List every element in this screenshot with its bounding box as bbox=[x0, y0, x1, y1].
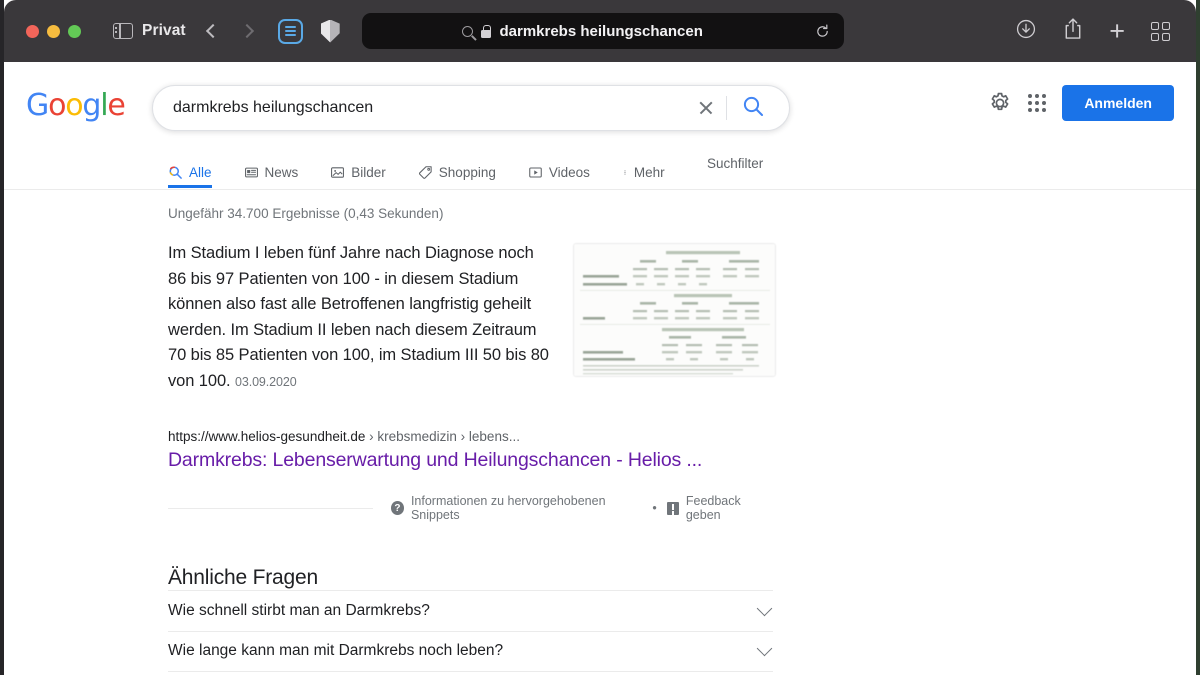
address-bar-content: darmkrebs heilungschancen bbox=[362, 23, 804, 40]
search-icon bbox=[462, 25, 474, 37]
result-breadcrumb: › krebsmedizin › lebens... bbox=[369, 429, 520, 444]
snippet-info-label: Informationen zu hervorgehobenen Snippet… bbox=[410, 494, 606, 522]
download-icon[interactable] bbox=[1015, 18, 1037, 45]
search-submit-icon[interactable] bbox=[741, 94, 767, 123]
reload-icon[interactable] bbox=[815, 24, 830, 39]
tab-bilder[interactable]: Bilder bbox=[330, 142, 386, 188]
tab-label: News bbox=[264, 164, 299, 180]
shield-privacy-icon[interactable] bbox=[320, 19, 340, 43]
search-input[interactable] bbox=[173, 99, 692, 117]
news-icon bbox=[244, 167, 258, 177]
browser-window: Privat darmkrebs heilungschancen + Googl… bbox=[0, 0, 1200, 675]
image-icon bbox=[331, 166, 345, 178]
paa-heading: Ähnliche Fragen bbox=[168, 566, 318, 589]
page-content: Google darmkrebs heilungschancen Anmelde… bbox=[4, 62, 1196, 675]
address-bar-text: darmkrebs heilungschancen bbox=[499, 22, 703, 40]
search-tabs: Alle News Bilder Shopping Videos Mehr Su… bbox=[4, 142, 1196, 190]
tab-label: Videos bbox=[548, 164, 590, 180]
browser-toolbar: Privat darmkrebs heilungschancen + bbox=[4, 0, 1196, 62]
address-bar[interactable]: darmkrebs heilungschancen bbox=[361, 13, 844, 49]
search-icon bbox=[169, 165, 182, 179]
tab-shopping[interactable]: Shopping bbox=[418, 142, 496, 188]
chevron-down-icon[interactable] bbox=[756, 600, 773, 617]
search-results: Ungefähr 34.700 Ergebnisse (0,43 Sekunde… bbox=[4, 190, 1196, 675]
sidebar-toggle-button[interactable]: Privat bbox=[113, 22, 186, 40]
checklist-extension-icon[interactable] bbox=[277, 18, 303, 44]
feedback-label: Feedback geben bbox=[685, 494, 741, 522]
sign-in-button[interactable]: Anmelden bbox=[1062, 85, 1174, 121]
feedback-flag-icon bbox=[666, 501, 679, 515]
featured-snippet-text: Im Stadium I leben fünf Jahre nach Diagn… bbox=[168, 241, 550, 395]
sidebar-toggle-icon bbox=[113, 23, 133, 39]
snippet-footer: ? Informationen zu hervorgehobenen Snipp… bbox=[168, 494, 773, 522]
back-arrow-icon[interactable] bbox=[205, 23, 220, 39]
settings-gear-icon[interactable] bbox=[988, 91, 1012, 115]
help-icon: ? bbox=[390, 501, 404, 515]
tab-label: Shopping bbox=[438, 164, 496, 180]
toolbar-right-actions: + bbox=[1015, 17, 1170, 45]
more-vertical-icon bbox=[624, 169, 626, 175]
paa-question-text: Wie lange kann man mit Darmkrebs noch le… bbox=[168, 642, 504, 660]
divider bbox=[168, 507, 373, 509]
plus-icon[interactable]: + bbox=[1109, 17, 1125, 45]
paa-question-text: Wie schnell stirbt man an Darmkrebs? bbox=[168, 601, 430, 619]
footer-separator: • bbox=[652, 501, 657, 515]
tab-news[interactable]: News bbox=[244, 142, 299, 188]
checklist-lines bbox=[284, 25, 296, 37]
result-domain: https://www.helios-gesundheit.de bbox=[168, 429, 366, 444]
window-edge-right bbox=[1196, 0, 1200, 675]
google-header: Google darmkrebs heilungschancen Anmelde… bbox=[4, 62, 1196, 142]
share-icon[interactable] bbox=[1063, 17, 1083, 45]
lock-icon bbox=[481, 24, 492, 38]
tag-icon bbox=[418, 165, 432, 179]
extension-icons bbox=[277, 18, 340, 44]
private-mode-label: Privat bbox=[142, 22, 186, 39]
video-icon bbox=[529, 166, 542, 178]
search-divider bbox=[726, 96, 727, 120]
paa-question-row[interactable]: Wohin streut Darmkrebs zuerst? bbox=[168, 671, 773, 675]
forward-arrow-icon[interactable] bbox=[239, 23, 254, 39]
paa-question-row[interactable]: Wie schnell stirbt man an Darmkrebs? bbox=[168, 590, 773, 631]
snippet-info-link[interactable]: ? Informationen zu hervorgehobenen Snipp… bbox=[390, 494, 643, 522]
result-title-link[interactable]: Darmkrebs: Lebenserwartung und Heilungsc… bbox=[168, 449, 773, 472]
feedback-link[interactable]: Feedback geben bbox=[666, 494, 773, 522]
google-logo[interactable]: Google bbox=[26, 88, 126, 123]
window-controls bbox=[26, 24, 81, 38]
tab-mehr[interactable]: Mehr bbox=[622, 142, 665, 188]
clear-search-icon[interactable] bbox=[692, 94, 720, 122]
tab-label: Alle bbox=[189, 164, 212, 180]
google-header-actions: Anmelden bbox=[988, 85, 1174, 121]
paa-question-row[interactable]: Wie lange kann man mit Darmkrebs noch le… bbox=[168, 630, 773, 672]
chevron-down-icon[interactable] bbox=[756, 640, 773, 657]
result-url[interactable]: https://www.helios-gesundheit.de › krebs… bbox=[168, 429, 773, 444]
search-filters-button[interactable]: Suchfilter bbox=[707, 156, 763, 171]
snippet-date: 03.09.2020 bbox=[235, 374, 297, 389]
minimize-window-button[interactable] bbox=[47, 24, 60, 38]
tab-label: Mehr bbox=[633, 164, 665, 180]
google-search-box[interactable] bbox=[152, 85, 790, 131]
people-also-ask: Ähnliche Fragen Wie schnell stirbt man a… bbox=[168, 566, 773, 675]
featured-snippet: Im Stadium I leben fünf Jahre nach Diagn… bbox=[168, 241, 776, 522]
tab-alle[interactable]: Alle bbox=[168, 142, 212, 188]
maximize-window-button[interactable] bbox=[68, 24, 81, 38]
navigation-arrows bbox=[205, 23, 254, 39]
snippet-body: Im Stadium I leben fünf Jahre nach Diagn… bbox=[168, 244, 549, 390]
statistics-table-thumbnail[interactable] bbox=[573, 243, 776, 377]
result-stats: Ungefähr 34.700 Ergebnisse (0,43 Sekunde… bbox=[168, 206, 444, 221]
close-window-button[interactable] bbox=[26, 24, 39, 38]
tab-overview-icon[interactable] bbox=[1151, 21, 1170, 41]
google-apps-icon[interactable] bbox=[1028, 94, 1047, 112]
tab-videos[interactable]: Videos bbox=[528, 142, 590, 188]
tab-label: Bilder bbox=[351, 164, 386, 180]
